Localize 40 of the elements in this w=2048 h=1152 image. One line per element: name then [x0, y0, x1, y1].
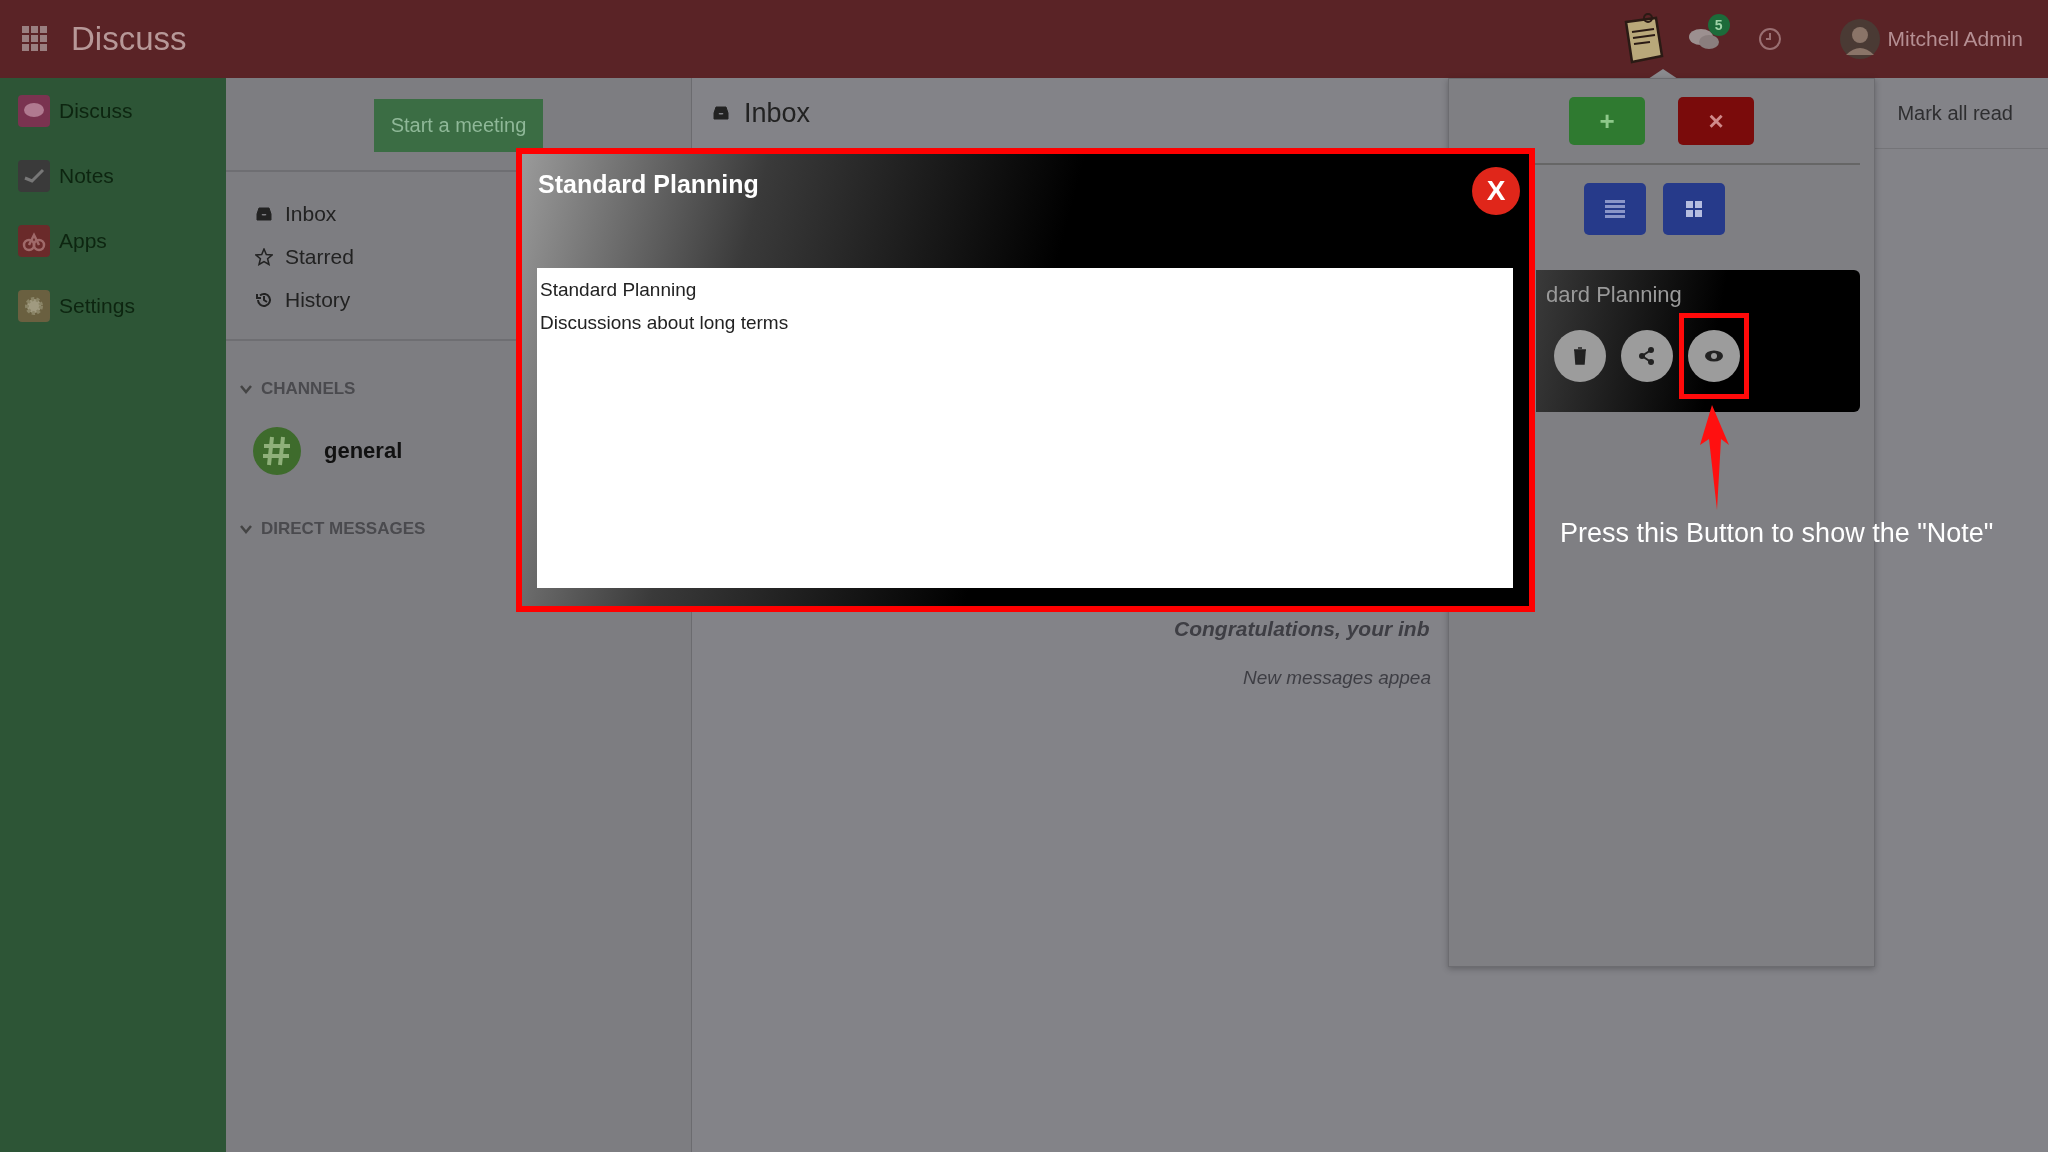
- grid-view-button[interactable]: [1663, 183, 1725, 235]
- note-text-line: Standard Planning: [540, 278, 698, 302]
- annotation-text: Press this Button to show the "Note": [1560, 518, 1994, 549]
- mailbox-item[interactable]: Starred: [285, 244, 354, 269]
- close-button[interactable]: X: [1472, 167, 1520, 215]
- mailbox-item[interactable]: History: [285, 287, 351, 312]
- note-card-title: dard Planning: [1546, 282, 1683, 308]
- discuss-app-icon[interactable]: [18, 94, 50, 127]
- app-title: Discuss: [71, 20, 187, 58]
- user-avatar[interactable]: [1839, 19, 1880, 59]
- dialog-title: Standard Planning: [538, 170, 759, 199]
- list-view-button[interactable]: [1584, 183, 1646, 235]
- clock-icon[interactable]: [1757, 27, 1782, 51]
- close-notes-button[interactable]: ×: [1678, 97, 1754, 145]
- apps-menu-icon[interactable]: [22, 26, 48, 52]
- notes-app-icon[interactable]: [18, 159, 50, 192]
- user-name[interactable]: Mitchell Admin: [1887, 27, 2023, 51]
- grid-icon: [1684, 200, 1704, 218]
- history-icon: [255, 290, 273, 309]
- delete-button[interactable]: [1554, 330, 1606, 382]
- settings-app-icon[interactable]: [18, 289, 50, 322]
- start-meeting-button[interactable]: Start a meeting: [374, 99, 543, 152]
- empty-inbox-hint: New messages appea: [1243, 667, 1432, 689]
- view-note-button[interactable]: [1688, 330, 1740, 382]
- share-button[interactable]: [1621, 330, 1673, 382]
- add-note-button[interactable]: +: [1569, 97, 1645, 145]
- message-count-badge: 5: [1707, 14, 1730, 36]
- apps-app-icon[interactable]: [18, 224, 50, 257]
- share-icon: [1637, 346, 1657, 366]
- channel-hash-icon: [253, 427, 301, 475]
- star-icon: [255, 247, 273, 266]
- mark-all-read-link[interactable]: Mark all read: [1897, 101, 2013, 125]
- channel-item[interactable]: general: [324, 438, 403, 464]
- inbox-icon: [712, 104, 730, 122]
- inbox-icon: [255, 204, 273, 223]
- list-icon: [1605, 200, 1625, 218]
- note-text-line: Discussions about long terms: [540, 311, 790, 335]
- empty-inbox-title: Congratulations, your inb: [1174, 617, 1431, 641]
- thread-title: Inbox: [744, 97, 811, 129]
- mailbox-item[interactable]: Inbox: [285, 201, 337, 226]
